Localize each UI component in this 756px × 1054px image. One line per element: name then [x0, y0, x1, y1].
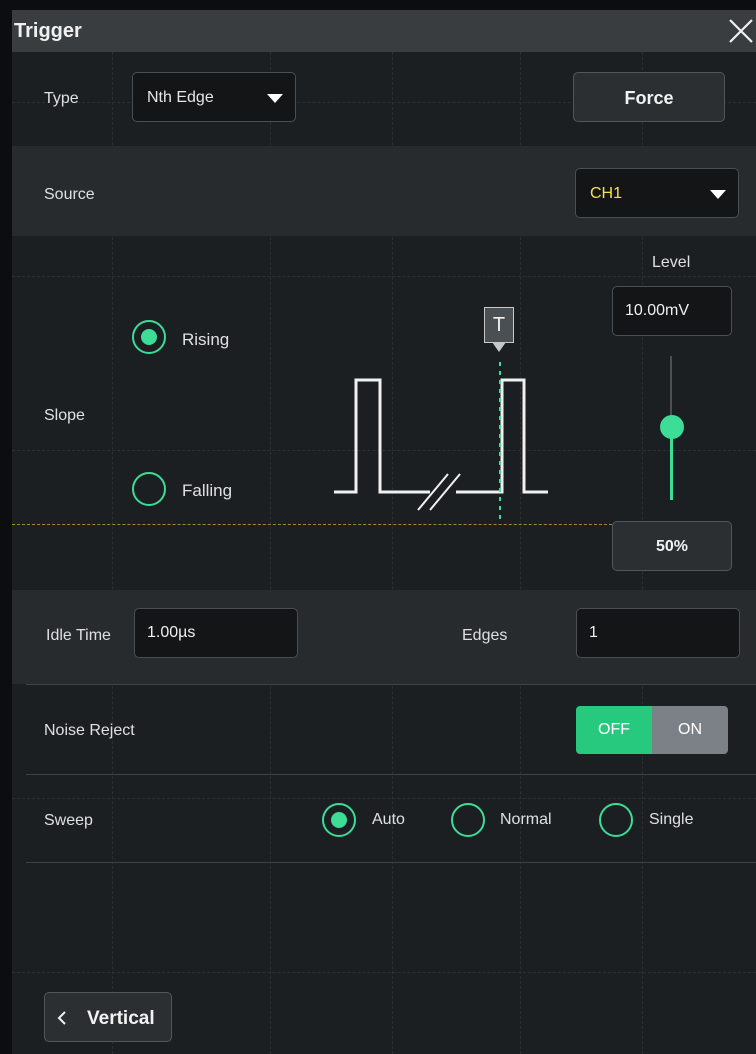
sweep-auto-radio[interactable]: [322, 803, 356, 837]
force-button[interactable]: Force: [573, 72, 725, 122]
close-icon[interactable]: [726, 16, 756, 46]
type-dropdown[interactable]: Nth Edge: [132, 72, 296, 122]
radio-selected-dot: [331, 812, 347, 828]
edges-input[interactable]: 1: [576, 608, 740, 658]
sweep-auto-label: Auto: [372, 811, 405, 828]
nth-edge-waveform-diagram: [334, 362, 548, 522]
trigger-level-line: [12, 524, 612, 525]
slope-label: Slope: [44, 407, 85, 424]
source-label: Source: [44, 186, 95, 203]
noise-reject-on-option[interactable]: ON: [652, 706, 728, 754]
sweep-label: Sweep: [44, 812, 93, 829]
sweep-single-label: Single: [649, 811, 694, 828]
radio-selected-dot: [141, 329, 157, 345]
trigger-marker-label: T: [492, 314, 506, 336]
edges-label: Edges: [462, 627, 508, 644]
slope-falling-radio[interactable]: [132, 472, 166, 506]
idle-time-input[interactable]: 1.00µs: [134, 608, 298, 658]
type-label: Type: [44, 90, 79, 107]
slope-rising-label: Rising: [182, 330, 230, 349]
level-value: 10.00mV: [625, 302, 690, 319]
divider: [26, 684, 756, 685]
chevron-left-icon: [57, 1011, 66, 1025]
chevron-down-icon: [710, 190, 726, 199]
idle-time-label: Idle Time: [46, 627, 111, 644]
sweep-normal-radio[interactable]: [451, 803, 485, 837]
back-button-label: Vertical: [87, 1008, 155, 1029]
slope-falling-label: Falling: [182, 481, 233, 500]
source-value: CH1: [590, 185, 623, 202]
marker-pointer-icon: [492, 342, 506, 352]
noise-reject-toggle[interactable]: OFF ON: [576, 706, 728, 754]
back-vertical-button[interactable]: Vertical: [44, 992, 172, 1042]
edges-value: 1: [589, 624, 598, 641]
level-slider-handle[interactable]: [660, 415, 684, 439]
sweep-single-radio[interactable]: [599, 803, 633, 837]
title-bar: Trigger: [12, 10, 756, 52]
panel-title: Trigger: [14, 20, 82, 42]
noise-reject-label: Noise Reject: [44, 722, 135, 739]
level-50-percent-button[interactable]: 50%: [612, 521, 732, 571]
noise-reject-off-option[interactable]: OFF: [576, 706, 652, 754]
type-value: Nth Edge: [147, 89, 214, 106]
sweep-normal-label: Normal: [500, 811, 552, 828]
slope-rising-radio[interactable]: [132, 320, 166, 354]
divider: [26, 774, 756, 775]
source-dropdown[interactable]: CH1: [575, 168, 739, 218]
divider: [26, 862, 756, 863]
level-input[interactable]: 10.00mV: [612, 286, 732, 336]
trigger-marker-icon: T: [484, 307, 514, 343]
trigger-panel: Trigger Type Nth Edge Force Source CH1 S…: [12, 10, 756, 1054]
idle-time-value: 1.00µs: [147, 624, 196, 641]
chevron-down-icon: [267, 94, 283, 103]
level-label: Level: [652, 254, 691, 271]
